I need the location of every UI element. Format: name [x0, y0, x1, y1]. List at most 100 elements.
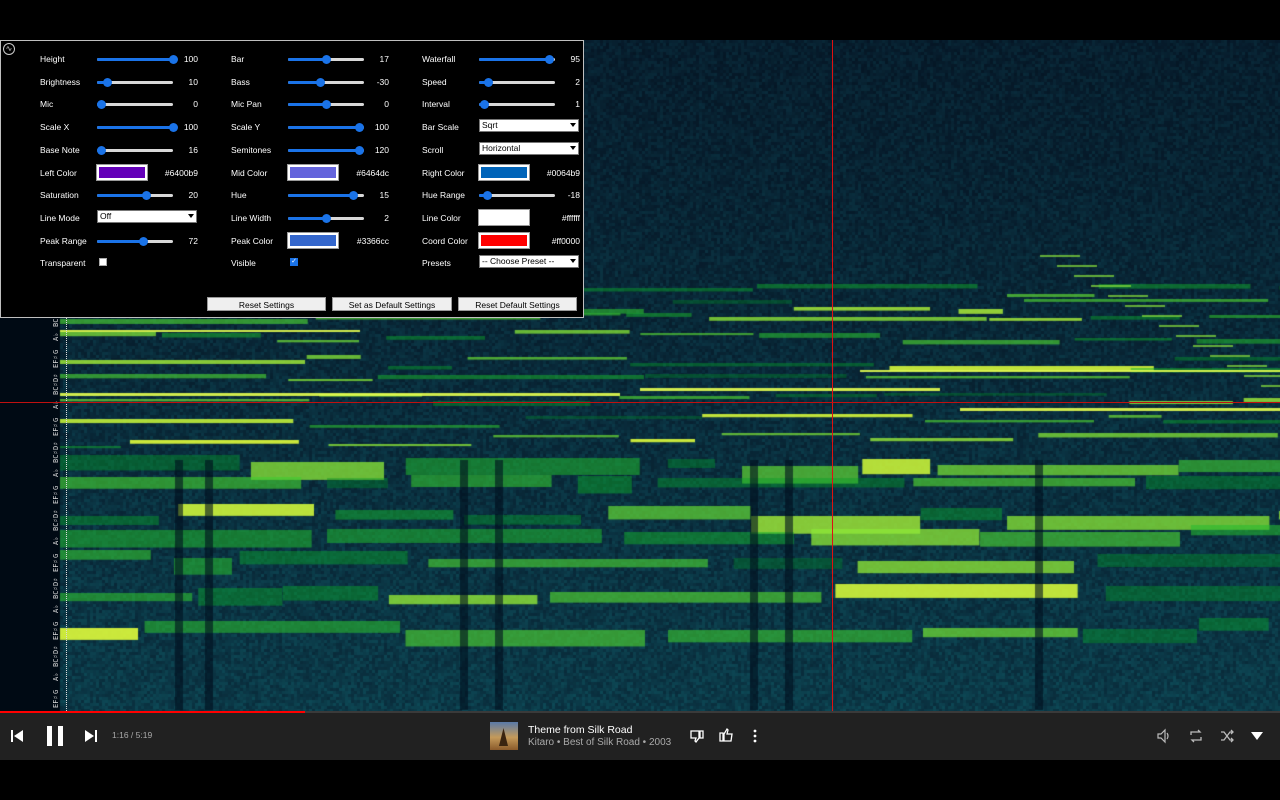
setting-label: Mid Color: [231, 167, 268, 178]
thumb-down-icon[interactable]: [689, 728, 705, 744]
slider-thumb[interactable]: [354, 123, 364, 133]
note-label: G: [52, 350, 60, 355]
album-art[interactable]: [490, 722, 518, 750]
select-value: Sqrt: [482, 120, 498, 131]
slider-thumb[interactable]: [354, 145, 364, 155]
setting-mic: Mic 0: [40, 94, 200, 114]
setting-value: 10: [188, 76, 198, 87]
note-label: A♭: [52, 468, 60, 477]
select-dropdown[interactable]: -- Choose Preset --: [479, 255, 579, 269]
slider[interactable]: [97, 236, 173, 246]
note-label: G: [52, 622, 60, 627]
note-label: A♭: [52, 672, 60, 681]
reset-default-settings-button[interactable]: Reset Default Settings: [458, 297, 577, 311]
setting-label: Waterfall: [422, 54, 456, 64]
slider-thumb[interactable]: [315, 77, 325, 87]
select-dropdown[interactable]: Off: [97, 209, 197, 223]
color-swatch[interactable]: [478, 163, 530, 181]
color-hex: #6464dc: [356, 167, 389, 178]
setting-label: Semitones: [231, 144, 272, 155]
setting-value: 100: [183, 54, 198, 64]
reset-settings-button[interactable]: Reset Settings: [207, 297, 326, 311]
page: { "settings": { "col1": [ {"label":"Heig…: [0, 0, 1280, 800]
track-title[interactable]: Theme from Silk Road: [528, 724, 632, 736]
slider[interactable]: [479, 191, 555, 201]
slider[interactable]: [288, 213, 364, 223]
repeat-icon[interactable]: [1188, 728, 1204, 744]
slider-thumb[interactable]: [102, 77, 112, 87]
slider-thumb[interactable]: [169, 123, 178, 133]
slider-thumb[interactable]: [322, 100, 331, 110]
thumb-up-icon[interactable]: [718, 727, 734, 743]
slider-thumb[interactable]: [322, 213, 331, 223]
slider-thumb[interactable]: [544, 55, 554, 64]
slider[interactable]: [288, 145, 364, 155]
slider[interactable]: [96, 100, 173, 110]
slider-thumb[interactable]: [484, 77, 494, 87]
setting-value: 100: [183, 122, 198, 133]
setting-label: Mic: [40, 99, 54, 110]
setting-left-color: Left Color #6400b9: [40, 163, 200, 183]
slider[interactable]: [97, 191, 173, 201]
checkbox[interactable]: [99, 258, 107, 267]
checkbox[interactable]: ✓: [290, 258, 298, 267]
coord-line-vertical: [832, 40, 833, 713]
setting-label: Saturation: [40, 190, 79, 201]
expand-icon[interactable]: [1250, 731, 1264, 741]
player-bar: 1:16 / 5:19 Theme from Silk Road Kitaro …: [0, 713, 1280, 760]
slider-thumb[interactable]: [138, 236, 148, 246]
skip-previous-icon[interactable]: [10, 729, 24, 743]
setting-label: Scale X: [40, 122, 70, 133]
setting-scale-y: Scale Y 100: [231, 117, 391, 137]
slider[interactable]: [288, 55, 364, 64]
track-subtitle[interactable]: Kitaro • Best of Silk Road • 2003: [528, 737, 671, 748]
slider[interactable]: [479, 100, 555, 110]
slider[interactable]: [479, 55, 555, 64]
setting-label: Right Color: [422, 167, 465, 178]
setting-value: 20: [188, 190, 198, 201]
slider-thumb[interactable]: [348, 191, 358, 201]
note-label: A♭: [52, 332, 60, 341]
slider-thumb[interactable]: [322, 55, 331, 64]
slider[interactable]: [97, 55, 178, 64]
more-vert-icon[interactable]: [750, 728, 760, 744]
slider[interactable]: [288, 191, 364, 201]
setting-label: Visible: [231, 258, 256, 269]
slider-thumb[interactable]: [479, 100, 489, 110]
select-dropdown[interactable]: Horizontal: [479, 141, 579, 155]
setting-scale-x: Scale X 100: [40, 117, 200, 137]
slider[interactable]: [288, 123, 364, 133]
setting-bar: Bar 17: [231, 49, 391, 69]
slider[interactable]: [97, 77, 173, 87]
slider-thumb[interactable]: [169, 55, 178, 64]
skip-next-icon[interactable]: [84, 729, 98, 743]
color-swatch[interactable]: [287, 231, 339, 249]
slider[interactable]: [96, 145, 173, 155]
slider[interactable]: [288, 100, 364, 110]
color-swatch[interactable]: [478, 208, 530, 226]
visualizer-icon[interactable]: ∿: [3, 43, 15, 55]
color-swatch[interactable]: [96, 163, 148, 181]
pause-icon[interactable]: [46, 725, 64, 747]
slider-thumb[interactable]: [482, 191, 492, 201]
slider-thumb[interactable]: [96, 145, 106, 155]
shuffle-icon[interactable]: [1219, 728, 1235, 744]
bottom-margin: [0, 760, 1280, 800]
note-label: D♯: [52, 577, 60, 586]
select-dropdown[interactable]: Sqrt: [479, 119, 579, 133]
slider[interactable]: [97, 123, 178, 133]
slider-thumb[interactable]: [141, 191, 151, 201]
volume-icon[interactable]: [1156, 728, 1172, 744]
color-swatch[interactable]: [287, 163, 339, 181]
set-default-settings-button[interactable]: Set as Default Settings: [332, 297, 452, 311]
slider[interactable]: [479, 77, 555, 87]
select-value: Horizontal: [482, 142, 521, 153]
setting-interval: Interval 1: [422, 94, 582, 114]
setting-value: 0: [384, 99, 389, 110]
slider-thumb[interactable]: [96, 100, 106, 110]
note-label: EF♯: [52, 355, 60, 368]
setting-transparent: Transparent: [40, 253, 200, 273]
slider[interactable]: [288, 77, 364, 87]
setting-label: Line Color: [422, 212, 461, 223]
color-swatch[interactable]: [478, 231, 530, 249]
